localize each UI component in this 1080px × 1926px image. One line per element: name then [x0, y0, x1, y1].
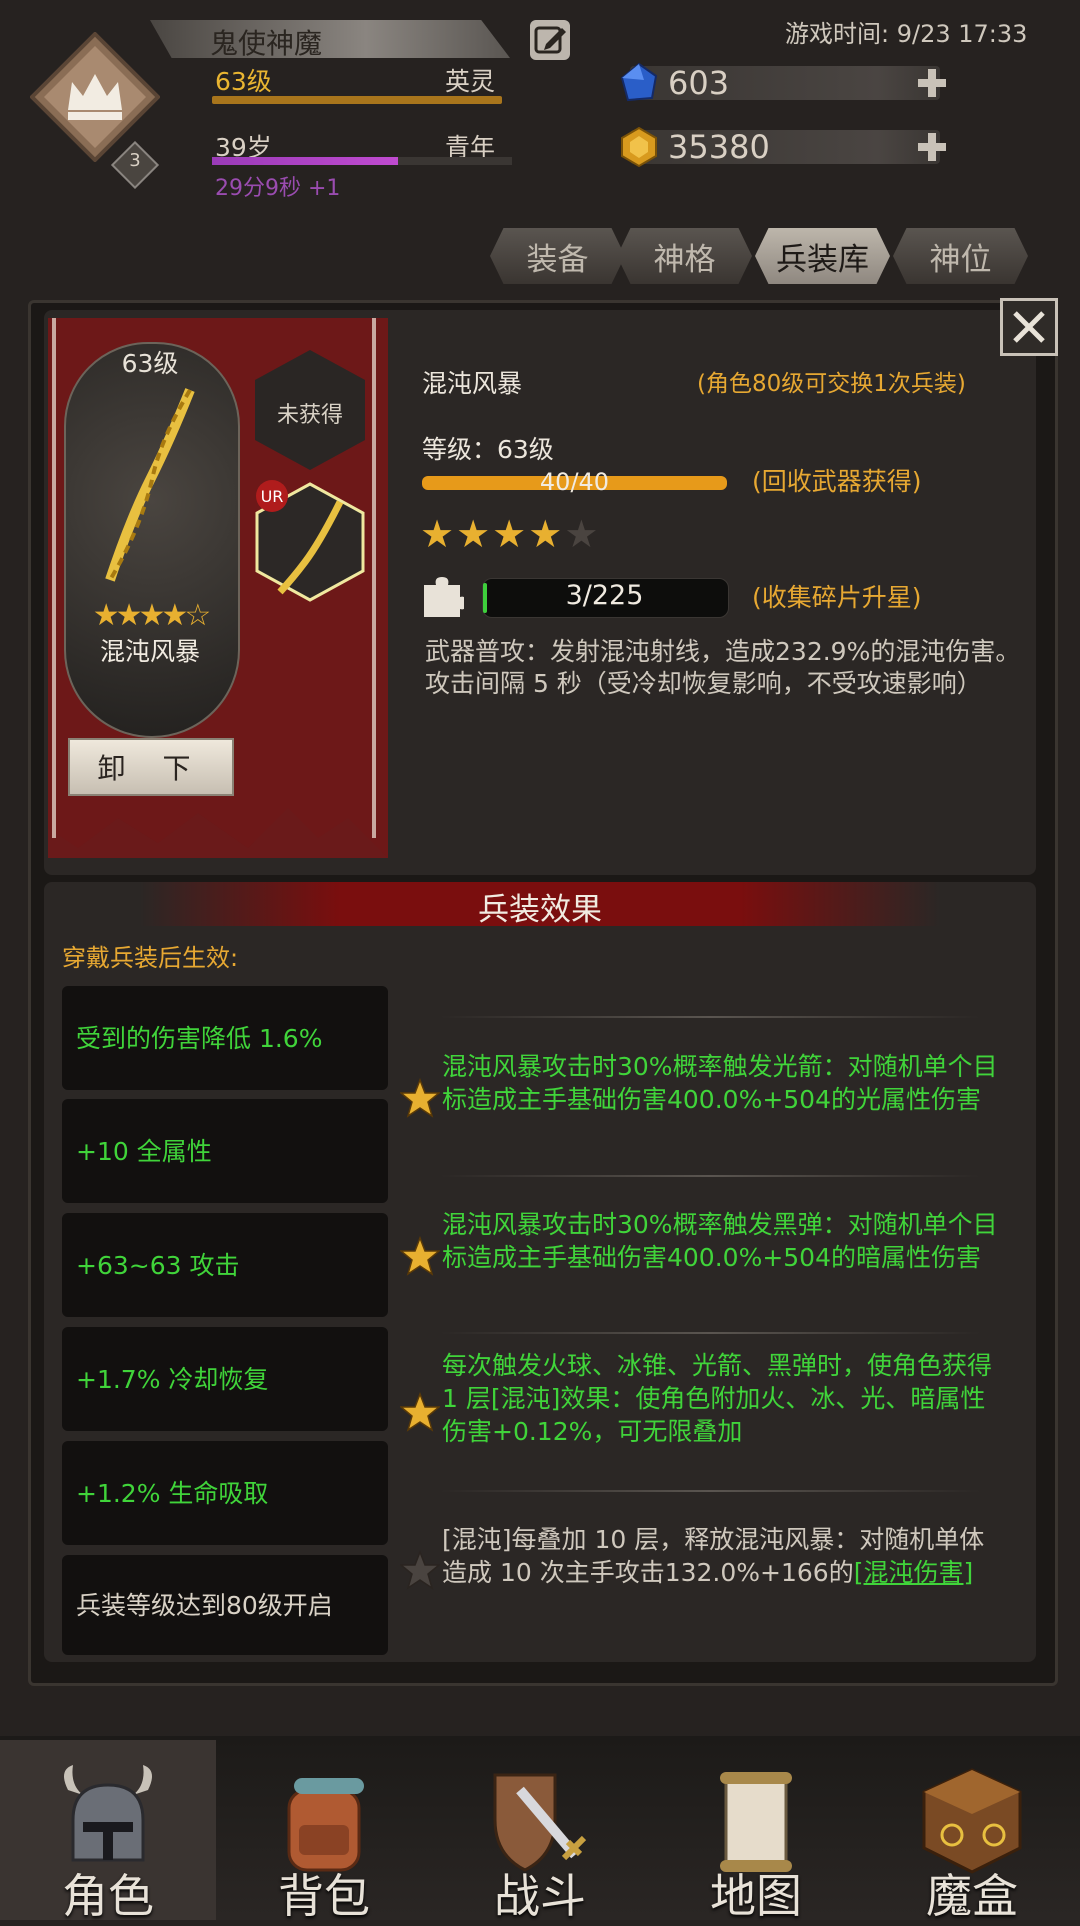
card-weapon-name: 混沌风暴	[99, 637, 200, 666]
player-title: 英灵	[445, 67, 496, 96]
star-empty-icon: ★	[564, 512, 601, 556]
nav-map[interactable]: 地图	[648, 1740, 864, 1923]
attribute-text: 受到的伤害降低 1.6%	[76, 1023, 323, 1053]
nav-magic-box[interactable]: 魔盒	[864, 1740, 1080, 1923]
tab-equipment[interactable]: 装备	[490, 228, 625, 284]
divider	[440, 1490, 980, 1492]
star-icon: ★	[492, 512, 529, 556]
attribute-row: 受到的伤害降低 1.6%	[62, 986, 388, 1090]
attribute-text: 兵装等级达到80级开启	[76, 1590, 333, 1620]
passive-effect: 每次触发火球、冰锥、光箭、黑弹时，使角色获得 1 层[混沌]效果：使角色附加火、…	[442, 1351, 993, 1446]
gem-count: 603	[668, 64, 730, 102]
attribute-text: +63~63 攻击	[76, 1250, 240, 1280]
attribute-row-locked: 兵装等级达到80级开启	[62, 1555, 388, 1655]
weapon-name: 混沌风暴	[422, 369, 523, 398]
star-icon	[400, 1078, 440, 1118]
passive-effect-locked: [混沌]每叠加 10 层，释放混沌风暴：对随机单体造成 10 次主手攻击132.…	[442, 1523, 1002, 1589]
tab-armory[interactable]: 兵装库	[755, 228, 890, 284]
unequip-button[interactable]: 卸 下	[68, 738, 234, 796]
fragment-count: 3/225	[565, 580, 644, 611]
attribute-row: +10 全属性	[62, 1099, 388, 1203]
nav-label: 地图	[710, 1869, 802, 1923]
attribute-text: +1.2% 生命吸取	[76, 1478, 269, 1508]
exp-hint: (回收武器获得)	[752, 467, 922, 496]
star-icon: ★	[420, 512, 457, 556]
star-icon	[400, 1392, 440, 1432]
weapon-exp-text: 40/40	[539, 468, 610, 496]
chaos-staff-icon	[105, 388, 195, 582]
puzzle-piece-icon	[424, 577, 464, 617]
weapon-level: 等级：63级	[422, 435, 554, 464]
star-icon	[400, 1236, 440, 1276]
nav-battle[interactable]: 战斗	[432, 1740, 648, 1923]
rank-emblem-icon[interactable]	[30, 32, 160, 162]
attribute-row: +1.2% 生命吸取	[62, 1441, 388, 1545]
fragment-hint: (收集碎片升星)	[752, 583, 922, 612]
divider	[440, 1332, 980, 1334]
effect-title: 兵装效果	[478, 892, 602, 928]
close-icon[interactable]	[1000, 298, 1058, 356]
card-level: 63级	[121, 349, 179, 378]
star-icon: ★	[528, 512, 565, 556]
nav-label: 战斗	[494, 1869, 586, 1923]
exchange-note: (角色80级可交换1次兵装)	[697, 371, 966, 397]
age-timer: 29分9秒 +1	[215, 176, 341, 201]
weapon-stars: ★★★★★	[420, 512, 600, 556]
star-icon: ★	[456, 512, 493, 556]
attribute-row: +63~63 攻击	[62, 1213, 388, 1317]
nav-character[interactable]: 角色	[0, 1740, 216, 1923]
slot-locked-label: 未获得	[276, 403, 343, 428]
attribute-text: +10 全属性	[76, 1136, 212, 1166]
nav-label: 背包	[278, 1869, 370, 1923]
passive-effect: 混沌风暴攻击时30%概率触发光箭：对随机单个目标造成主手基础伤害400.0%+5…	[442, 1052, 998, 1114]
wear-note: 穿戴兵装后生效:	[62, 944, 239, 972]
nav-backpack[interactable]: 背包	[216, 1740, 432, 1923]
name-plate	[150, 20, 510, 58]
divider	[440, 1175, 980, 1177]
tab-divinity[interactable]: 神格	[617, 228, 752, 284]
age-progress-fill	[212, 157, 398, 165]
player-level: 63级	[215, 67, 272, 96]
tab-god-position[interactable]: 神位	[893, 228, 1028, 284]
chaos-damage-link[interactable]: [混沌伤害]	[854, 1558, 974, 1587]
weapon-skill-description: 武器普攻：发射混沌射线，造成232.9%的混沌伤害。攻击间隔 5 秒（受冷却恢复…	[425, 637, 1021, 698]
nav-label: 角色	[62, 1869, 154, 1923]
card-stars: ★★★★☆	[92, 598, 211, 633]
star-empty-icon	[400, 1550, 440, 1590]
attribute-row: +1.7% 冷却恢复	[62, 1327, 388, 1431]
edit-name-icon[interactable]	[530, 20, 570, 60]
add-gem-icon[interactable]	[915, 66, 949, 100]
rarity-badge: UR	[256, 480, 288, 512]
attribute-text: +1.7% 冷却恢复	[76, 1364, 269, 1394]
gold-gem-icon	[621, 126, 657, 168]
passive-effect: 混沌风暴攻击时30%概率触发黑弹：对随机单个目标造成主手基础伤害400.0%+5…	[442, 1210, 998, 1272]
add-gold-icon[interactable]	[915, 130, 949, 164]
divider	[440, 1016, 980, 1018]
nav-label: 魔盒	[926, 1869, 1018, 1923]
level-bar	[212, 96, 502, 104]
game-time: 游戏时间: 9/23 17:33	[785, 20, 1028, 48]
player-name: 鬼使神魔	[210, 27, 323, 60]
rank-number: 3	[129, 150, 141, 171]
age-progress-bar	[212, 157, 512, 165]
blue-gem-icon	[620, 62, 658, 102]
gold-count: 35380	[668, 128, 770, 166]
